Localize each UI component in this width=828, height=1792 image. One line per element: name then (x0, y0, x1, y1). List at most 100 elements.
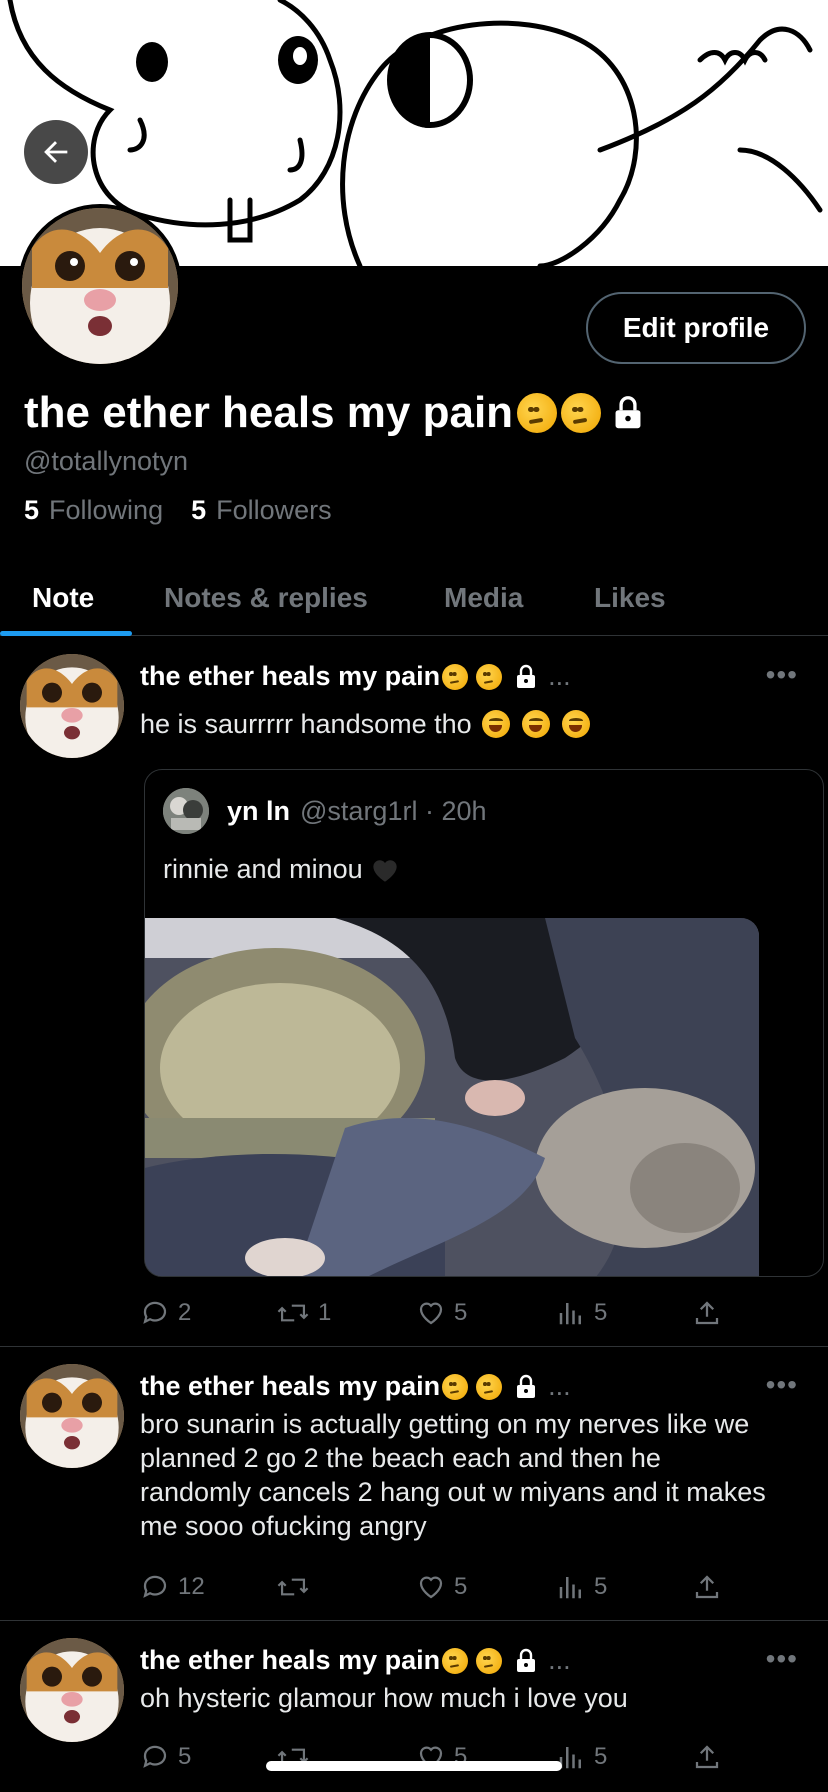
post-text: bro sunarin is actually getting on my ne… (140, 1409, 766, 1541)
post-header: the ether heals my pain ... (140, 661, 571, 692)
followers-count: 5 (191, 495, 207, 525)
like-button[interactable]: 5 (416, 1572, 467, 1602)
home-indicator[interactable] (266, 1761, 562, 1771)
heart-icon (419, 1576, 443, 1599)
more-options-icon[interactable]: ••• (766, 659, 798, 691)
lock-icon (514, 664, 538, 690)
reply-icon (143, 1745, 167, 1768)
quoted-media-image[interactable] (145, 918, 759, 1276)
arrow-left-icon (44, 141, 68, 163)
quoted-text: rinnie and minou (163, 854, 399, 885)
post-author[interactable]: the ether heals my pain (140, 1371, 440, 1402)
followers-label: Followers (216, 495, 332, 525)
more-options-icon[interactable]: ••• (766, 1643, 798, 1675)
share-icon (695, 1301, 719, 1325)
tab-likes-label: Likes (594, 582, 666, 613)
share-button[interactable] (692, 1572, 722, 1602)
tab-media[interactable]: Media (444, 560, 523, 636)
post-author[interactable]: the ether heals my pain (140, 661, 440, 692)
followers-link[interactable]: 5 Followers (191, 495, 332, 526)
reply-button[interactable]: 2 (140, 1298, 191, 1328)
like-button[interactable]: 5 (416, 1298, 467, 1328)
quoted-meta: @starg1rl · 20h (300, 795, 487, 826)
display-name-text: the ether heals my pain (24, 388, 514, 437)
quoted-avatar (163, 788, 209, 834)
thinking-emoji-icon (476, 1373, 503, 1400)
post-actions: 5 5 5 (140, 1737, 740, 1777)
following-link[interactable]: 5 Following (24, 495, 163, 526)
repost-button[interactable] (276, 1572, 318, 1602)
post-actions: 2 1 5 5 (140, 1293, 740, 1333)
views-icon (559, 1303, 581, 1325)
like-count: 5 (454, 1299, 468, 1326)
reply-button[interactable]: 12 (140, 1572, 205, 1602)
post-actions: 12 5 5 (140, 1567, 740, 1607)
following-count: 5 (24, 495, 40, 525)
quoted-author: yn ln (227, 795, 291, 826)
views-button[interactable]: 5 (556, 1298, 607, 1328)
repost-count: 1 (318, 1299, 332, 1326)
views-button[interactable]: 5 (556, 1572, 607, 1602)
post-header: the ether heals my pain ... (140, 1371, 571, 1402)
display-name: the ether heals my pain (24, 388, 645, 438)
laughing-emoji-icon (521, 710, 550, 738)
back-button[interactable] (24, 120, 88, 184)
tab-media-label: Media (444, 582, 524, 613)
thinking-emoji-icon (476, 663, 503, 690)
tab-notes-replies-label: Notes & replies (164, 582, 368, 613)
post-text: he is saurrrrr handsome tho (140, 707, 778, 741)
thinking-emoji-icon (561, 393, 602, 433)
post-avatar[interactable] (20, 654, 124, 758)
repost-button[interactable]: 1 (276, 1298, 331, 1328)
post-name-ellipsis: ... (548, 1371, 571, 1401)
reply-button[interactable]: 5 (140, 1742, 191, 1772)
views-count: 5 (594, 1299, 608, 1326)
thinking-emoji-icon (442, 1647, 469, 1674)
tab-note[interactable]: Note (32, 560, 94, 636)
post-name-ellipsis: ... (548, 1645, 571, 1675)
share-button[interactable] (692, 1742, 722, 1772)
post-item[interactable]: the ether heals my pain ... ••• bro suna… (0, 1347, 828, 1621)
like-count: 5 (454, 1573, 468, 1600)
post-author[interactable]: the ether heals my pain (140, 1645, 440, 1676)
cat-avatar-image (20, 1364, 124, 1468)
cat-avatar-image (22, 208, 178, 364)
quoted-avatar-image (163, 788, 209, 834)
post-avatar[interactable] (20, 1364, 124, 1468)
lock-icon (611, 395, 645, 431)
share-icon (695, 1745, 719, 1769)
post-text: oh hysteric glamour how much i love you (140, 1683, 628, 1713)
cat-avatar-image (20, 1638, 124, 1742)
repost-icon (277, 1578, 309, 1596)
tab-notes-replies[interactable]: Notes & replies (164, 560, 368, 636)
quoted-text-content: rinnie and minou (163, 854, 363, 884)
repost-icon (277, 1304, 309, 1322)
reply-icon (143, 1301, 167, 1324)
lock-icon (514, 1374, 538, 1400)
laughing-emoji-icon (561, 710, 590, 738)
quoted-post-header: yn ln @starg1rl · 20h (163, 788, 487, 834)
post-name-ellipsis: ... (548, 661, 571, 691)
cat-avatar-image (20, 654, 124, 758)
post-avatar[interactable] (20, 1638, 124, 1742)
heart-icon (419, 1302, 443, 1325)
thinking-emoji-icon (442, 663, 469, 690)
post-header: the ether heals my pain ... (140, 1645, 571, 1676)
active-tab-indicator (0, 631, 132, 636)
profile-handle: @totallynotyn (24, 446, 188, 476)
views-button[interactable]: 5 (556, 1742, 607, 1772)
views-count: 5 (594, 1743, 608, 1770)
follow-stats: 5 Following 5 Followers (24, 495, 332, 526)
quoted-post[interactable]: yn ln @starg1rl · 20h rinnie and minou (144, 769, 824, 1277)
laughing-emoji-icon (481, 710, 510, 738)
edit-profile-button[interactable]: Edit profile (586, 292, 806, 364)
photo-bathtub-cat (145, 918, 759, 1276)
reply-icon (143, 1575, 167, 1598)
profile-avatar[interactable] (18, 204, 182, 368)
thinking-emoji-icon (476, 1647, 503, 1674)
post-text-content: he is saurrrrr handsome tho (140, 709, 472, 739)
views-count: 5 (594, 1573, 608, 1600)
share-button[interactable] (692, 1298, 722, 1328)
tab-likes[interactable]: Likes (594, 560, 666, 636)
more-options-icon[interactable]: ••• (766, 1369, 798, 1401)
